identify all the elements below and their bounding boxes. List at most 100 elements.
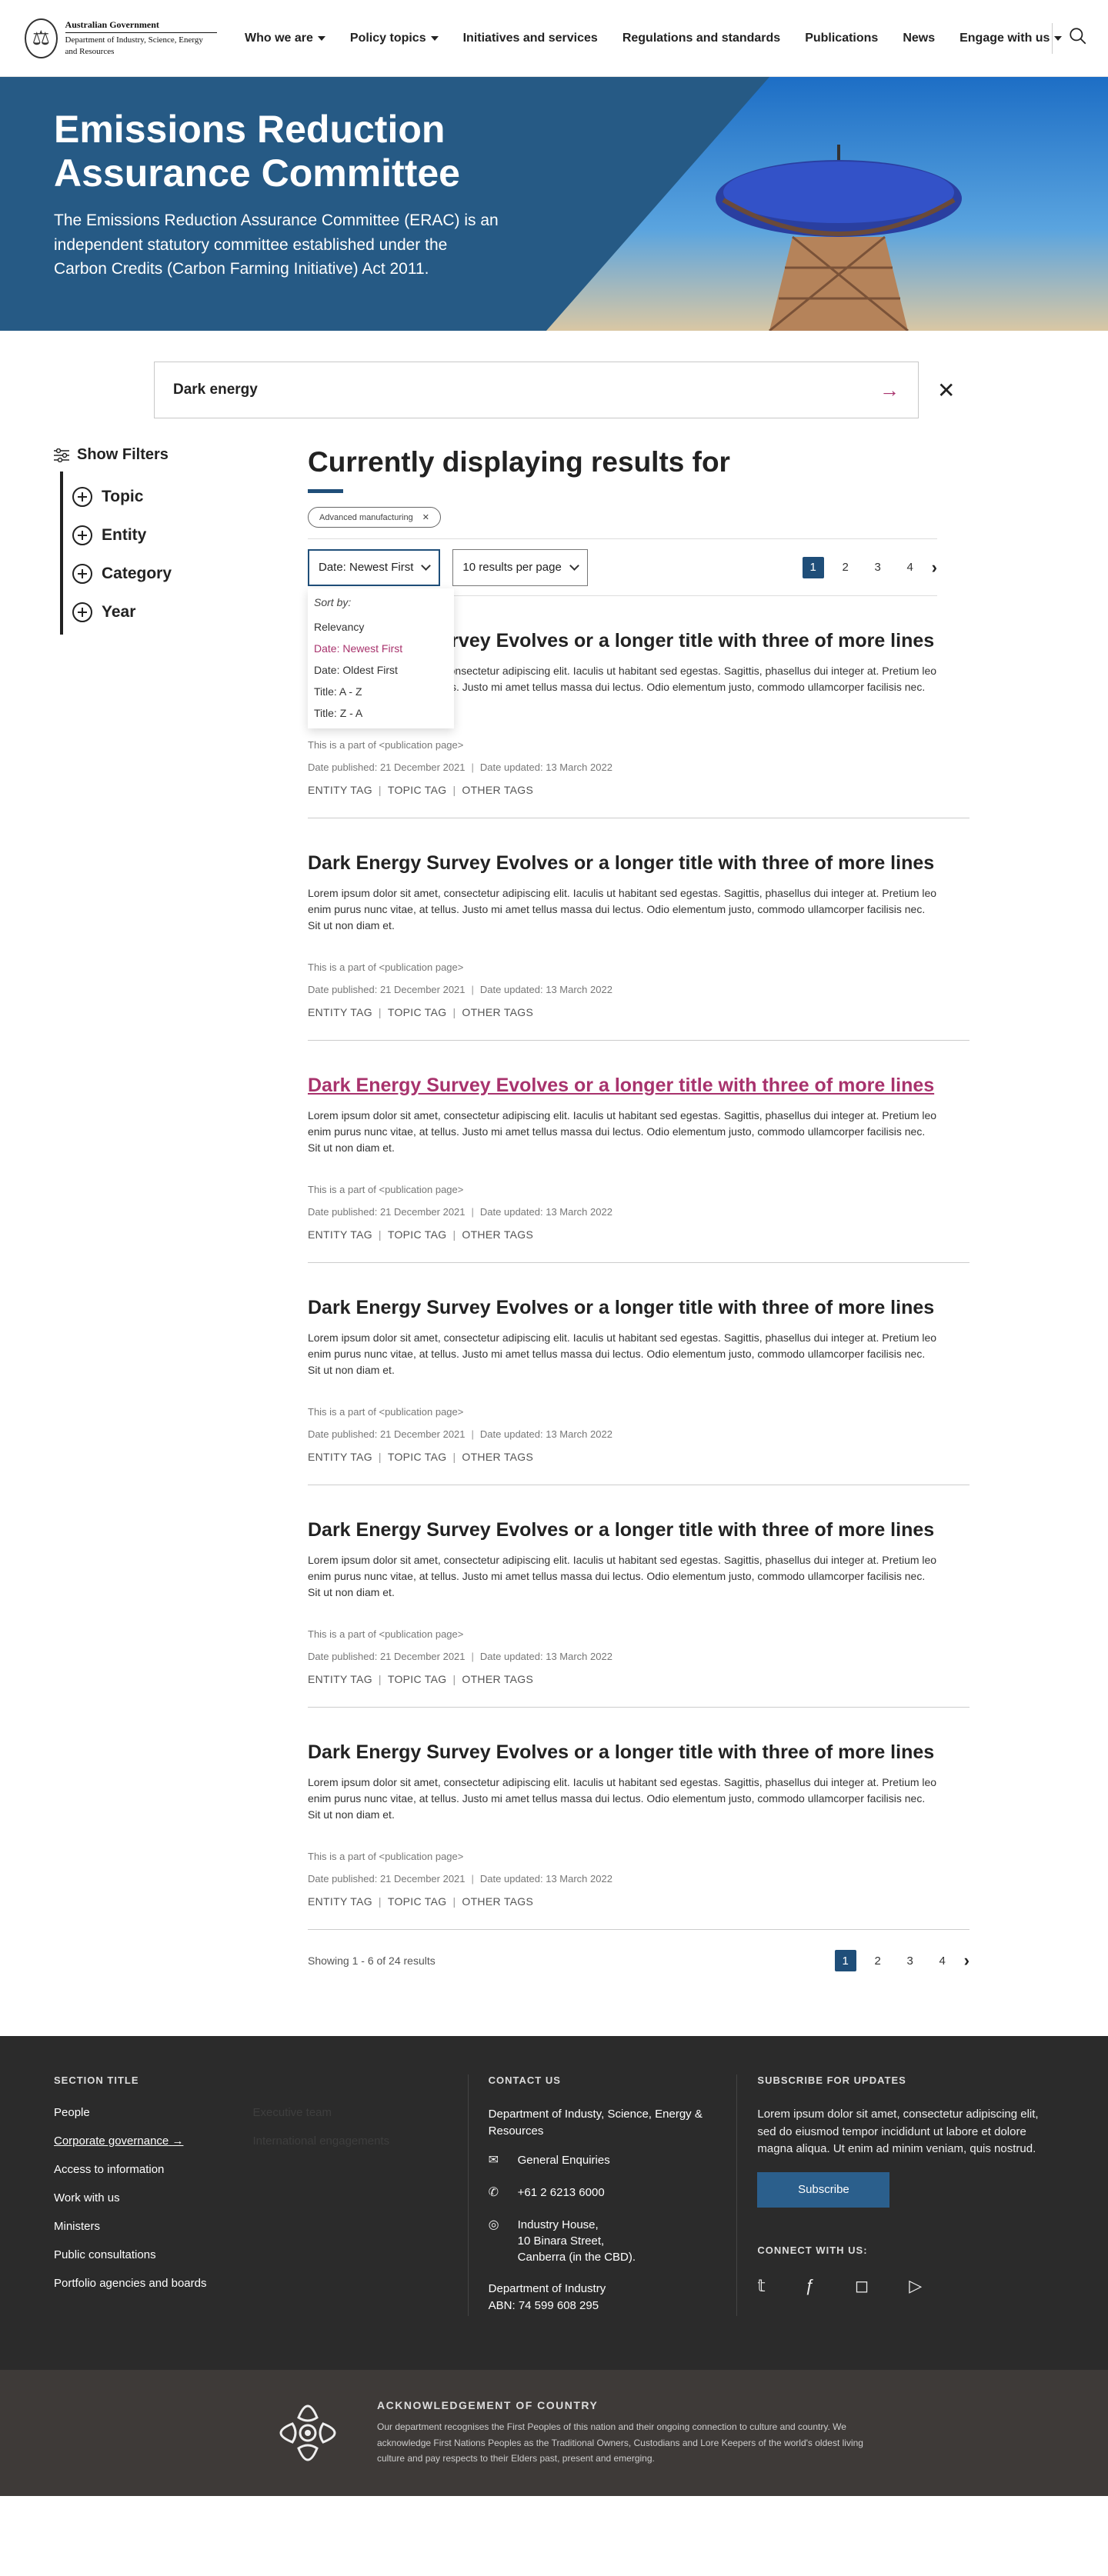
tag-other[interactable]: OTHER TAGS bbox=[462, 1228, 533, 1241]
per-page-select[interactable]: 10 results per page bbox=[452, 548, 588, 586]
nav-news[interactable]: News bbox=[903, 32, 935, 45]
filter-year[interactable]: Year bbox=[72, 593, 308, 632]
search-result: Dark Energy Survey Evolves or a longer t… bbox=[308, 1263, 970, 1485]
arrow-right-icon[interactable]: → bbox=[879, 378, 899, 402]
plus-circle-icon bbox=[72, 564, 92, 584]
abn-number: ABN: 74 599 608 295 bbox=[488, 2299, 599, 2313]
tag-entity[interactable]: ENTITY TAG bbox=[308, 1451, 372, 1463]
footer-link-governance[interactable]: Corporate governance → bbox=[54, 2134, 206, 2163]
tag-other[interactable]: OTHER TAGS bbox=[462, 1451, 533, 1463]
tag-topic[interactable]: TOPIC TAG bbox=[388, 1228, 447, 1241]
tag-entity[interactable]: ENTITY TAG bbox=[308, 1895, 372, 1908]
search-icon bbox=[1070, 28, 1086, 45]
tag-other[interactable]: OTHER TAGS bbox=[462, 784, 533, 796]
tag-entity[interactable]: ENTITY TAG bbox=[308, 1673, 372, 1685]
footer-link-people[interactable]: People bbox=[54, 2106, 206, 2134]
page-1[interactable]: 1 bbox=[834, 1950, 856, 1971]
search-input[interactable]: Dark energy → bbox=[154, 362, 919, 418]
search-button[interactable] bbox=[1068, 26, 1091, 49]
result-title-link[interactable]: Dark Energy Survey Evolves or a longer t… bbox=[308, 1297, 970, 1319]
page-4[interactable]: 4 bbox=[899, 557, 921, 578]
clear-search-button[interactable]: ✕ bbox=[937, 378, 955, 403]
tag-entity[interactable]: ENTITY TAG bbox=[308, 1228, 372, 1241]
gov-logo[interactable]: ⚖ Australian Government Department of In… bbox=[25, 18, 217, 58]
page-2[interactable]: 2 bbox=[835, 557, 856, 578]
footer-link-access[interactable]: Access to information bbox=[54, 2163, 206, 2191]
results-controls: Date: Newest First 10 results per page 1… bbox=[308, 539, 937, 728]
chevron-down-icon bbox=[421, 561, 432, 571]
footer-link-executive[interactable]: Executive team bbox=[252, 2106, 389, 2134]
tag-entity[interactable]: ENTITY TAG bbox=[308, 1006, 372, 1018]
tag-entity[interactable]: ENTITY TAG bbox=[308, 784, 372, 796]
sort-option-newest[interactable]: Date: Newest First bbox=[314, 638, 448, 659]
result-tags: ENTITY TAG | TOPIC TAG | OTHER TAGS bbox=[308, 1673, 534, 1685]
nav-policy-topics[interactable]: Policy topics bbox=[350, 32, 439, 45]
contact-phone[interactable]: ✆ +61 2 6213 6000 bbox=[489, 2184, 737, 2201]
show-filters-button[interactable]: Show Filters bbox=[54, 446, 308, 464]
result-summary: Lorem ipsum dolor sit amet, consectetur … bbox=[308, 1776, 937, 1821]
nav-engage[interactable]: Engage with us bbox=[959, 32, 1063, 45]
tag-topic[interactable]: TOPIC TAG bbox=[388, 1895, 447, 1908]
footer-link-portfolio[interactable]: Portfolio agencies and boards bbox=[54, 2277, 206, 2305]
sort-option-title-za[interactable]: Title: Z - A bbox=[314, 702, 448, 724]
nav-publications[interactable]: Publications bbox=[805, 32, 878, 45]
search-result: Dark Energy Survey Evolves or a longer t… bbox=[308, 1041, 970, 1263]
sort-option-relevancy[interactable]: Relevancy bbox=[314, 616, 448, 638]
youtube-icon[interactable]: ▷ bbox=[909, 2276, 922, 2296]
nav-who-we-are[interactable]: Who we are bbox=[245, 32, 325, 45]
tag-topic[interactable]: TOPIC TAG bbox=[388, 1006, 447, 1018]
page-4[interactable]: 4 bbox=[932, 1950, 953, 1971]
result-title-link[interactable]: Dark Energy Survey Evolves or a longer t… bbox=[308, 1519, 970, 1541]
connect-title: CONNECT WITH US: bbox=[757, 2244, 868, 2256]
page-1[interactable]: 1 bbox=[802, 556, 824, 578]
filter-entity[interactable]: Entity bbox=[72, 516, 308, 555]
footer-link-international[interactable]: International engagements bbox=[252, 2134, 389, 2163]
filter-category[interactable]: Category bbox=[72, 555, 308, 593]
tag-other[interactable]: OTHER TAGS bbox=[462, 1673, 533, 1685]
footer-link-work[interactable]: Work with us bbox=[54, 2191, 206, 2220]
footer-link-ministers[interactable]: Ministers bbox=[54, 2220, 206, 2248]
page-3[interactable]: 3 bbox=[867, 557, 889, 578]
sort-dropdown-label: Sort by: bbox=[314, 596, 352, 608]
result-tags: ENTITY TAG | TOPIC TAG | OTHER TAGS bbox=[308, 1895, 534, 1908]
page-2[interactable]: 2 bbox=[867, 1950, 889, 1971]
result-part-of: This is a part of <publication page> bbox=[308, 1184, 464, 1195]
tag-other[interactable]: OTHER TAGS bbox=[462, 1895, 533, 1908]
sort-option-title-az[interactable]: Title: A - Z bbox=[314, 681, 448, 702]
nav-regulations[interactable]: Regulations and standards bbox=[622, 32, 780, 45]
sort-option-oldest[interactable]: Date: Oldest First bbox=[314, 659, 448, 681]
nav-initiatives[interactable]: Initiatives and services bbox=[463, 32, 598, 45]
result-title-link[interactable]: Dark Energy Survey Evolves or a longer t… bbox=[308, 1741, 970, 1764]
result-title-link[interactable]: Dark Energy Survey Evolves or a longer t… bbox=[308, 1075, 970, 1097]
active-filter-chip[interactable]: Advanced manufacturing ✕ bbox=[308, 507, 441, 528]
contact-enquiries[interactable]: ✉ General Enquiries bbox=[489, 2152, 737, 2169]
tag-other[interactable]: OTHER TAGS bbox=[462, 1006, 533, 1018]
filter-topic[interactable]: Topic bbox=[72, 478, 308, 516]
facebook-icon[interactable]: ƒ bbox=[806, 2276, 815, 2296]
tag-topic[interactable]: TOPIC TAG bbox=[388, 784, 447, 796]
filter-list: Topic Entity Category Year bbox=[60, 472, 308, 635]
result-title-link[interactable]: Dark Energy Survey Evolves or a longer t… bbox=[308, 852, 970, 875]
result-dates: Date published: 21 December 2021 | Date up… bbox=[308, 761, 612, 773]
caret-down-icon bbox=[317, 35, 325, 41]
subscribe-button[interactable]: Subscribe bbox=[757, 2171, 890, 2208]
acknowledgement-text: Our department recognises the First Peop… bbox=[377, 2421, 863, 2464]
tag-topic[interactable]: TOPIC TAG bbox=[388, 1451, 447, 1463]
result-dates: Date published: 21 December 2021 | Date up… bbox=[308, 1651, 612, 1662]
footer-link-consultations[interactable]: Public consultations bbox=[54, 2248, 206, 2277]
subscribe-title: SUBSCRIBE FOR UPDATES bbox=[757, 2074, 906, 2086]
filter-sliders-icon bbox=[54, 448, 69, 462]
close-icon[interactable]: ✕ bbox=[422, 512, 429, 522]
page-3[interactable]: 3 bbox=[899, 1950, 921, 1971]
result-part-of: This is a part of <publication page> bbox=[308, 1628, 464, 1640]
pagination-bottom: Showing 1 - 6 of 24 results 1 2 3 4 › bbox=[308, 1930, 970, 2036]
sort-select[interactable]: Date: Newest First bbox=[308, 548, 441, 586]
hero-banner: Emissions Reduction Assurance Committee … bbox=[0, 77, 1108, 331]
chevron-right-icon[interactable]: › bbox=[932, 558, 937, 578]
twitter-icon[interactable]: 𝕥 bbox=[757, 2276, 765, 2296]
caret-down-icon bbox=[1054, 35, 1063, 41]
instagram-icon[interactable]: ◻ bbox=[855, 2276, 869, 2296]
chevron-right-icon[interactable]: › bbox=[964, 1951, 970, 1971]
tag-topic[interactable]: TOPIC TAG bbox=[388, 1673, 447, 1685]
plus-circle-icon bbox=[72, 487, 92, 507]
